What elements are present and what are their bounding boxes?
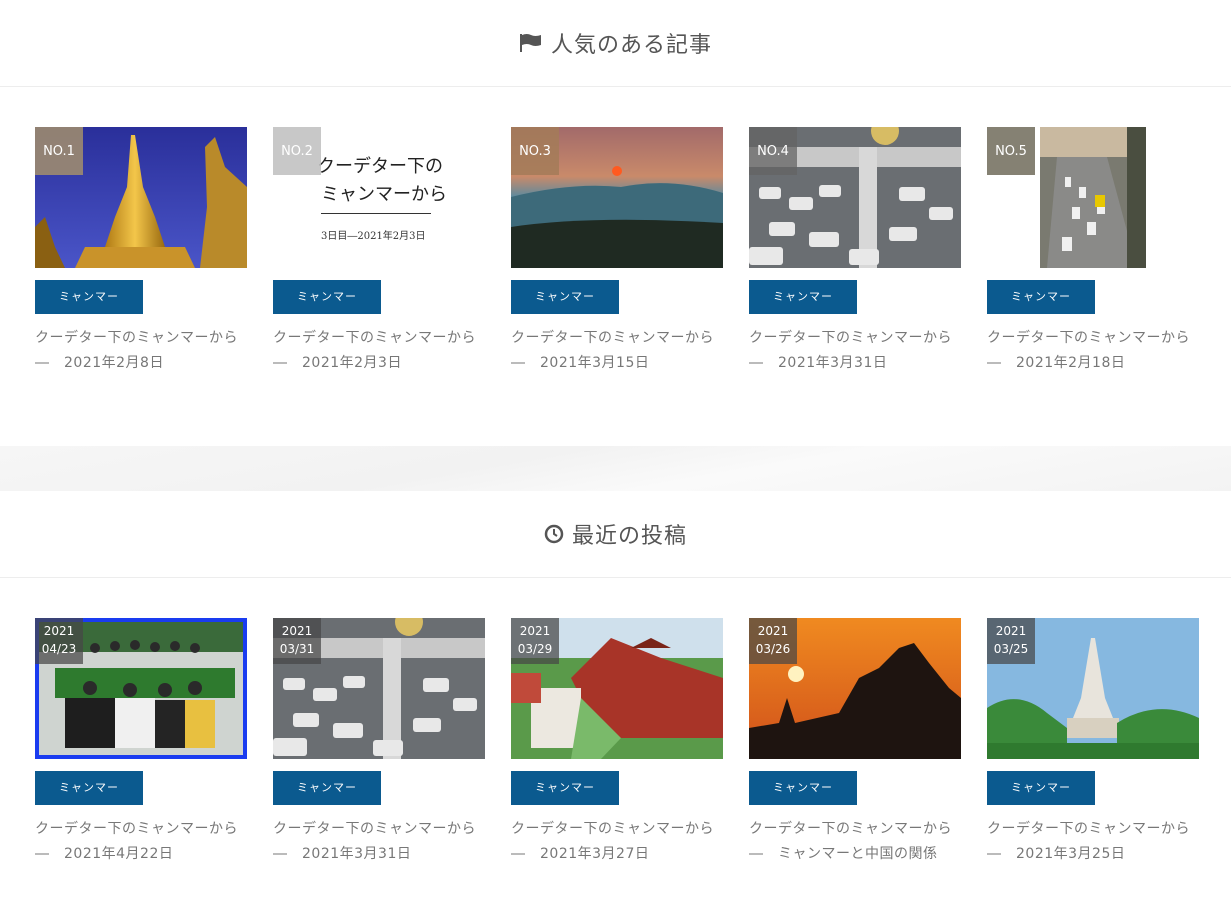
card-title[interactable]: クーデター下のミャンマーから ― 2021年3月27日 (511, 817, 728, 867)
popular-card[interactable]: NO.5 ミャンマー クーデター下のミャンマーから ― 2021年2月18日 (987, 127, 1204, 376)
recent-heading: 最近の投稿 (0, 518, 1231, 550)
date-monthday: 03/29 (517, 642, 553, 656)
popular-card[interactable]: クーデター下の ミャンマーから 3日目―2021年2月3日 NO.2 ミャンマー… (273, 127, 490, 376)
thumb-rule (321, 213, 431, 214)
card-title[interactable]: クーデター下のミャンマーから ― 2021年3月31日 (273, 817, 490, 867)
card-title[interactable]: クーデター下のミャンマーから ― 2021年2月8日 (35, 326, 252, 376)
date-year: 2021 (43, 624, 75, 638)
date-badge: 2021 03/25 (987, 618, 1035, 664)
category-label[interactable]: ミャンマー (273, 280, 381, 314)
rank-badge: NO.2 (273, 127, 321, 175)
clock-icon (544, 524, 564, 550)
recent-card[interactable]: 2021 03/25 ミャンマー クーデター下のミャンマーから ― 2021年3… (987, 618, 1204, 867)
divider (0, 86, 1231, 87)
category-label[interactable]: ミャンマー (749, 280, 857, 314)
card-title[interactable]: クーデター下のミャンマーから ― 2021年4月22日 (35, 817, 252, 867)
date-year: 2021 (757, 624, 789, 638)
popular-heading: 人気のある記事 (0, 27, 1231, 59)
rank-badge: NO.5 (987, 127, 1035, 175)
thumbnail[interactable]: 2021 03/25 (987, 618, 1199, 759)
thumbnail[interactable]: NO.5 (987, 127, 1199, 268)
card-title[interactable]: クーデター下のミャンマーから ― 2021年2月3日 (273, 326, 490, 376)
thumbnail[interactable]: 2021 03/29 (511, 618, 723, 759)
section-separator (0, 446, 1231, 491)
card-title[interactable]: クーデター下のミャンマーから ― 2021年3月31日 (749, 326, 966, 376)
thumb-subtitle: 3日目―2021年2月3日 (321, 231, 426, 242)
date-year: 2021 (519, 624, 551, 638)
date-year: 2021 (281, 624, 313, 638)
date-monthday: 04/23 (41, 642, 77, 656)
recent-card[interactable]: 2021 03/26 ミャンマー クーデター下のミャンマーから ― ミャンマーと… (749, 618, 966, 867)
category-label[interactable]: ミャンマー (35, 280, 143, 314)
thumbnail[interactable]: NO.1 (35, 127, 247, 268)
category-label[interactable]: ミャンマー (749, 771, 857, 805)
recent-card[interactable]: 2021 04/23 ミャンマー クーデター下のミャンマーから ― 2021年4… (35, 618, 252, 867)
flag-icon (519, 33, 543, 59)
thumbnail[interactable]: 2021 04/23 (35, 618, 247, 759)
card-title[interactable]: クーデター下のミャンマーから ― 2021年3月15日 (511, 326, 728, 376)
category-label[interactable]: ミャンマー (987, 771, 1095, 805)
popular-card[interactable]: NO.4 ミャンマー クーデター下のミャンマーから ― 2021年3月31日 (749, 127, 966, 376)
recent-card[interactable]: 2021 03/31 ミャンマー クーデター下のミャンマーから ― 2021年3… (273, 618, 490, 867)
card-title[interactable]: クーデター下のミャンマーから ― 2021年2月18日 (987, 326, 1204, 376)
category-label[interactable]: ミャンマー (273, 771, 381, 805)
popular-heading-text: 人気のある記事 (550, 33, 712, 58)
thumbnail[interactable]: NO.4 (749, 127, 961, 268)
rank-badge: NO.4 (749, 127, 797, 175)
date-badge: 2021 03/31 (273, 618, 321, 664)
date-monthday: 03/25 (993, 642, 1029, 656)
date-badge: 2021 04/23 (35, 618, 83, 664)
category-label[interactable]: ミャンマー (511, 771, 619, 805)
popular-card[interactable]: NO.3 ミャンマー クーデター下のミャンマーから ― 2021年3月15日 (511, 127, 728, 376)
category-label[interactable]: ミャンマー (511, 280, 619, 314)
thumb-title-line2: ミャンマーから (321, 184, 447, 205)
rank-badge: NO.1 (35, 127, 83, 175)
date-year: 2021 (995, 624, 1027, 638)
recent-card[interactable]: 2021 03/29 ミャンマー クーデター下のミャンマーから ― 2021年3… (511, 618, 728, 867)
recent-heading-text: 最近の投稿 (571, 524, 687, 549)
date-badge: 2021 03/29 (511, 618, 559, 664)
date-monthday: 03/31 (279, 642, 315, 656)
thumbnail[interactable]: NO.3 (511, 127, 723, 268)
category-label[interactable]: ミャンマー (35, 771, 143, 805)
date-monthday: 03/26 (755, 642, 791, 656)
thumb-title-line1: クーデター下の (317, 156, 443, 177)
thumbnail[interactable]: 2021 03/26 (749, 618, 961, 759)
card-title[interactable]: クーデター下のミャンマーから ― 2021年3月25日 (987, 817, 1204, 867)
divider (0, 577, 1231, 578)
thumbnail[interactable]: クーデター下の ミャンマーから 3日目―2021年2月3日 NO.2 (273, 127, 485, 268)
category-label[interactable]: ミャンマー (987, 280, 1095, 314)
date-badge: 2021 03/26 (749, 618, 797, 664)
popular-card[interactable]: NO.1 ミャンマー クーデター下のミャンマーから ― 2021年2月8日 (35, 127, 252, 376)
card-title[interactable]: クーデター下のミャンマーから ― ミャンマーと中国の関係 (749, 817, 966, 867)
rank-badge: NO.3 (511, 127, 559, 175)
thumbnail[interactable]: 2021 03/31 (273, 618, 485, 759)
